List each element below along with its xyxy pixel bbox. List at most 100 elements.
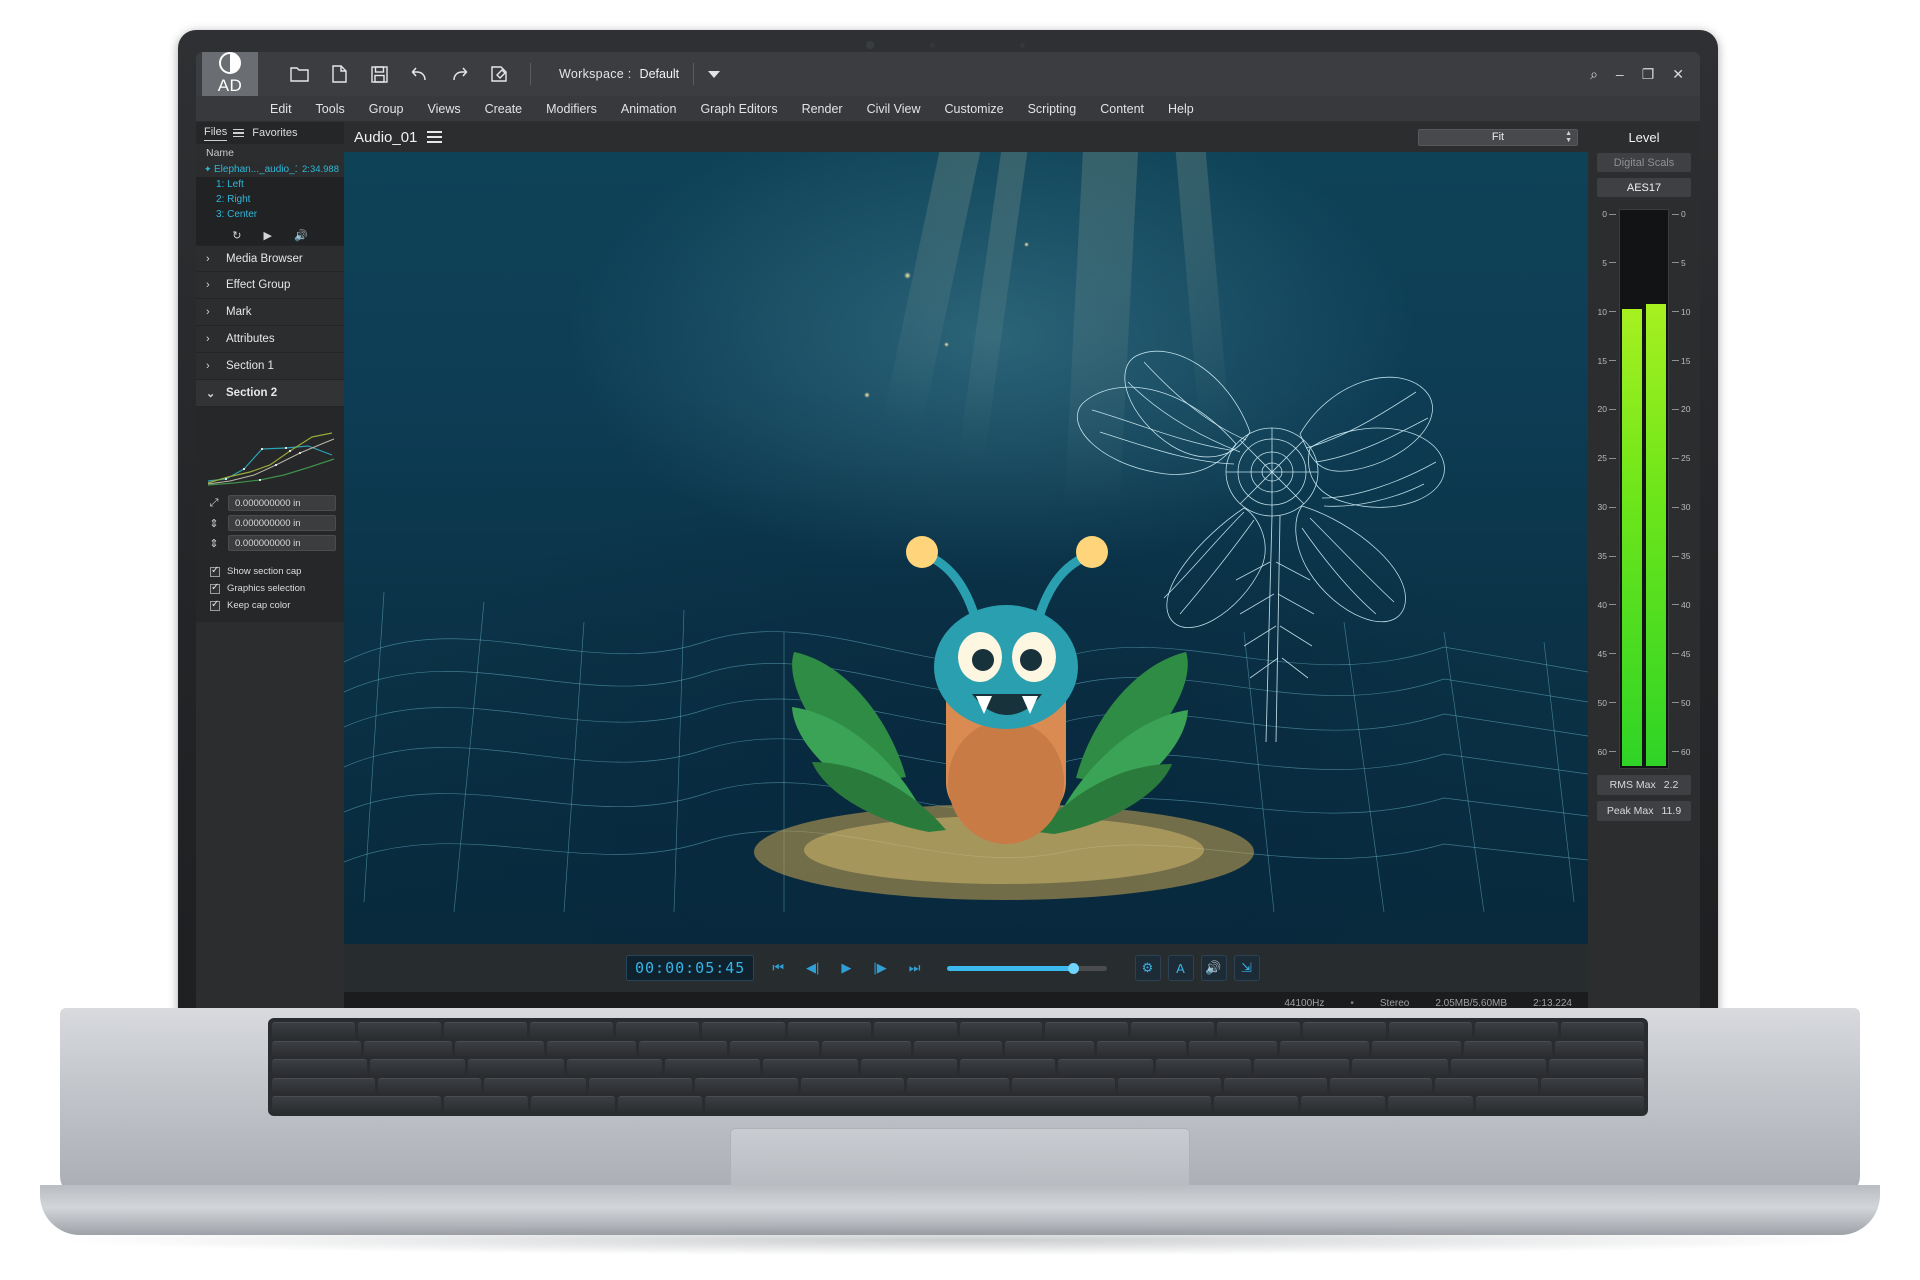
keyboard-key[interactable] xyxy=(787,1022,871,1038)
keyboard-key[interactable] xyxy=(377,1077,481,1094)
keyboard-key[interactable] xyxy=(443,1022,527,1038)
keyboard-key[interactable] xyxy=(1118,1077,1221,1094)
keyboard-key[interactable] xyxy=(1303,1022,1387,1038)
accordion-effect-group[interactable]: › Effect Group xyxy=(196,272,344,299)
menu-item-tools[interactable]: Tools xyxy=(304,102,357,116)
checkbox[interactable] xyxy=(210,565,220,577)
file-list-item[interactable]: 1: Left xyxy=(196,177,344,192)
keyboard-key[interactable] xyxy=(370,1059,466,1075)
keyboard-key[interactable] xyxy=(1372,1040,1461,1057)
keyboard-key[interactable] xyxy=(1352,1059,1448,1075)
menu-item-graph-editors[interactable]: Graph Editors xyxy=(688,102,789,116)
keyboard-key[interactable] xyxy=(272,1040,361,1057)
keyboard-key[interactable] xyxy=(1475,1096,1644,1112)
keyboard-key[interactable] xyxy=(1012,1077,1116,1094)
keyboard-key[interactable] xyxy=(800,1077,904,1094)
menu-item-customize[interactable]: Customize xyxy=(933,102,1016,116)
keyboard-key[interactable] xyxy=(701,1022,785,1038)
keyboard-key[interactable] xyxy=(1280,1040,1370,1057)
volume-icon[interactable]: 🔊 xyxy=(1200,955,1227,981)
seek-slider[interactable] xyxy=(946,962,1107,974)
minimize-button[interactable]: – xyxy=(1616,67,1624,81)
accordion-section-1[interactable]: › Section 1 xyxy=(196,353,344,380)
new-file-icon[interactable] xyxy=(282,58,316,90)
file-list-item[interactable]: 2: Right xyxy=(196,192,344,207)
keyboard-key[interactable] xyxy=(1548,1059,1645,1075)
keyboard-key[interactable] xyxy=(272,1059,368,1075)
aes17-button[interactable]: AES17 xyxy=(1597,178,1691,197)
link-icon[interactable]: ⇲ xyxy=(1233,955,1260,981)
menu-item-views[interactable]: Views xyxy=(415,102,472,116)
close-button[interactable]: ✕ xyxy=(1672,67,1684,81)
search-icon[interactable]: ⌕ xyxy=(1590,67,1598,81)
file-list-item[interactable]: 3: Center xyxy=(196,207,344,222)
keyboard-key[interactable] xyxy=(589,1077,693,1094)
step-back-icon[interactable]: ◀| xyxy=(802,960,823,976)
menu-item-scripting[interactable]: Scripting xyxy=(1016,102,1089,116)
keyboard-key[interactable] xyxy=(615,1022,699,1038)
keyboard-key[interactable] xyxy=(1213,1096,1298,1112)
keyboard-key[interactable] xyxy=(730,1040,820,1057)
keyboard-key[interactable] xyxy=(664,1059,761,1075)
menu-item-animation[interactable]: Animation xyxy=(609,102,689,116)
keyboard-key[interactable] xyxy=(1463,1040,1553,1057)
keyboard-key[interactable] xyxy=(1097,1040,1186,1057)
tab-favorites[interactable]: Favorites xyxy=(252,127,297,139)
accordion-attributes[interactable]: › Attributes xyxy=(196,326,344,353)
keyboard-key[interactable] xyxy=(1388,1096,1473,1112)
keyboard-key[interactable] xyxy=(1450,1059,1546,1075)
settings-gear-icon[interactable]: ⚙ xyxy=(1134,955,1161,981)
keyboard-key[interactable] xyxy=(1555,1040,1645,1057)
loop-icon[interactable]: ↻ xyxy=(232,229,241,242)
redo-icon[interactable] xyxy=(442,58,476,90)
keyboard-key[interactable] xyxy=(1561,1022,1644,1038)
volume-icon[interactable]: 🔊 xyxy=(294,229,308,242)
keyboard-key[interactable] xyxy=(363,1040,453,1057)
menu-item-modifiers[interactable]: Modifiers xyxy=(534,102,609,116)
workspace-selector[interactable]: Workspace : Default xyxy=(559,67,679,81)
digital-scale-button[interactable]: Digital Scals xyxy=(1597,153,1691,172)
keyboard-key[interactable] xyxy=(1541,1077,1644,1094)
keyboard-key[interactable] xyxy=(705,1096,1211,1112)
keyboard-key[interactable] xyxy=(1057,1059,1153,1075)
keyboard-key[interactable] xyxy=(483,1077,587,1094)
keyboard-key[interactable] xyxy=(272,1022,355,1038)
keyboard-key[interactable] xyxy=(547,1040,636,1057)
menu-item-render[interactable]: Render xyxy=(790,102,855,116)
keyboard-key[interactable] xyxy=(618,1096,703,1112)
accordion-mark[interactable]: › Mark xyxy=(196,299,344,326)
menu-item-civil-view[interactable]: Civil View xyxy=(855,102,933,116)
property-input[interactable]: 0.000000000 in xyxy=(228,495,336,511)
keyboard-key[interactable] xyxy=(566,1059,662,1075)
trackpad[interactable] xyxy=(730,1128,1190,1190)
maximize-button[interactable]: ❐ xyxy=(1642,67,1655,81)
checkbox-row[interactable]: Graphics selection xyxy=(196,580,344,597)
menu-item-content[interactable]: Content xyxy=(1088,102,1156,116)
play-icon[interactable]: ▶ xyxy=(264,229,272,242)
menu-item-create[interactable]: Create xyxy=(473,102,535,116)
keyboard-key[interactable] xyxy=(1217,1022,1301,1038)
checkbox[interactable] xyxy=(210,582,220,594)
keyboard-key[interactable] xyxy=(1475,1022,1559,1038)
render-viewport[interactable]: 00:00:05:45 ⏮ ◀| ▶ |▶ ⏭ ⚙ A 🔊 ⇲ xyxy=(344,152,1588,992)
accordion-media-browser[interactable]: › Media Browser xyxy=(196,245,344,272)
menu-item-edit[interactable]: Edit xyxy=(258,102,304,116)
play-icon[interactable]: ▶ xyxy=(837,960,855,976)
keyboard-key[interactable] xyxy=(1301,1096,1386,1112)
undo-icon[interactable] xyxy=(402,58,436,90)
hamburger-icon[interactable] xyxy=(427,131,443,143)
keyboard-key[interactable] xyxy=(695,1077,798,1094)
checkbox-row[interactable]: Show section cap xyxy=(196,563,344,580)
keyboard-key[interactable] xyxy=(272,1096,441,1112)
skip-forward-icon[interactable]: ⏭ xyxy=(905,960,925,976)
chevron-down-icon[interactable] xyxy=(708,70,721,78)
checkbox[interactable] xyxy=(210,599,220,611)
list-options-icon[interactable] xyxy=(233,128,245,138)
seek-handle[interactable] xyxy=(1068,962,1080,974)
keyboard-key[interactable] xyxy=(763,1059,859,1075)
open-file-icon[interactable] xyxy=(322,58,356,90)
keyboard-key[interactable] xyxy=(822,1040,911,1057)
zoom-fit-select[interactable]: Fit ▲ ▼ xyxy=(1418,128,1578,146)
menu-item-group[interactable]: Group xyxy=(357,102,416,116)
keyboard-key[interactable] xyxy=(913,1040,1003,1057)
